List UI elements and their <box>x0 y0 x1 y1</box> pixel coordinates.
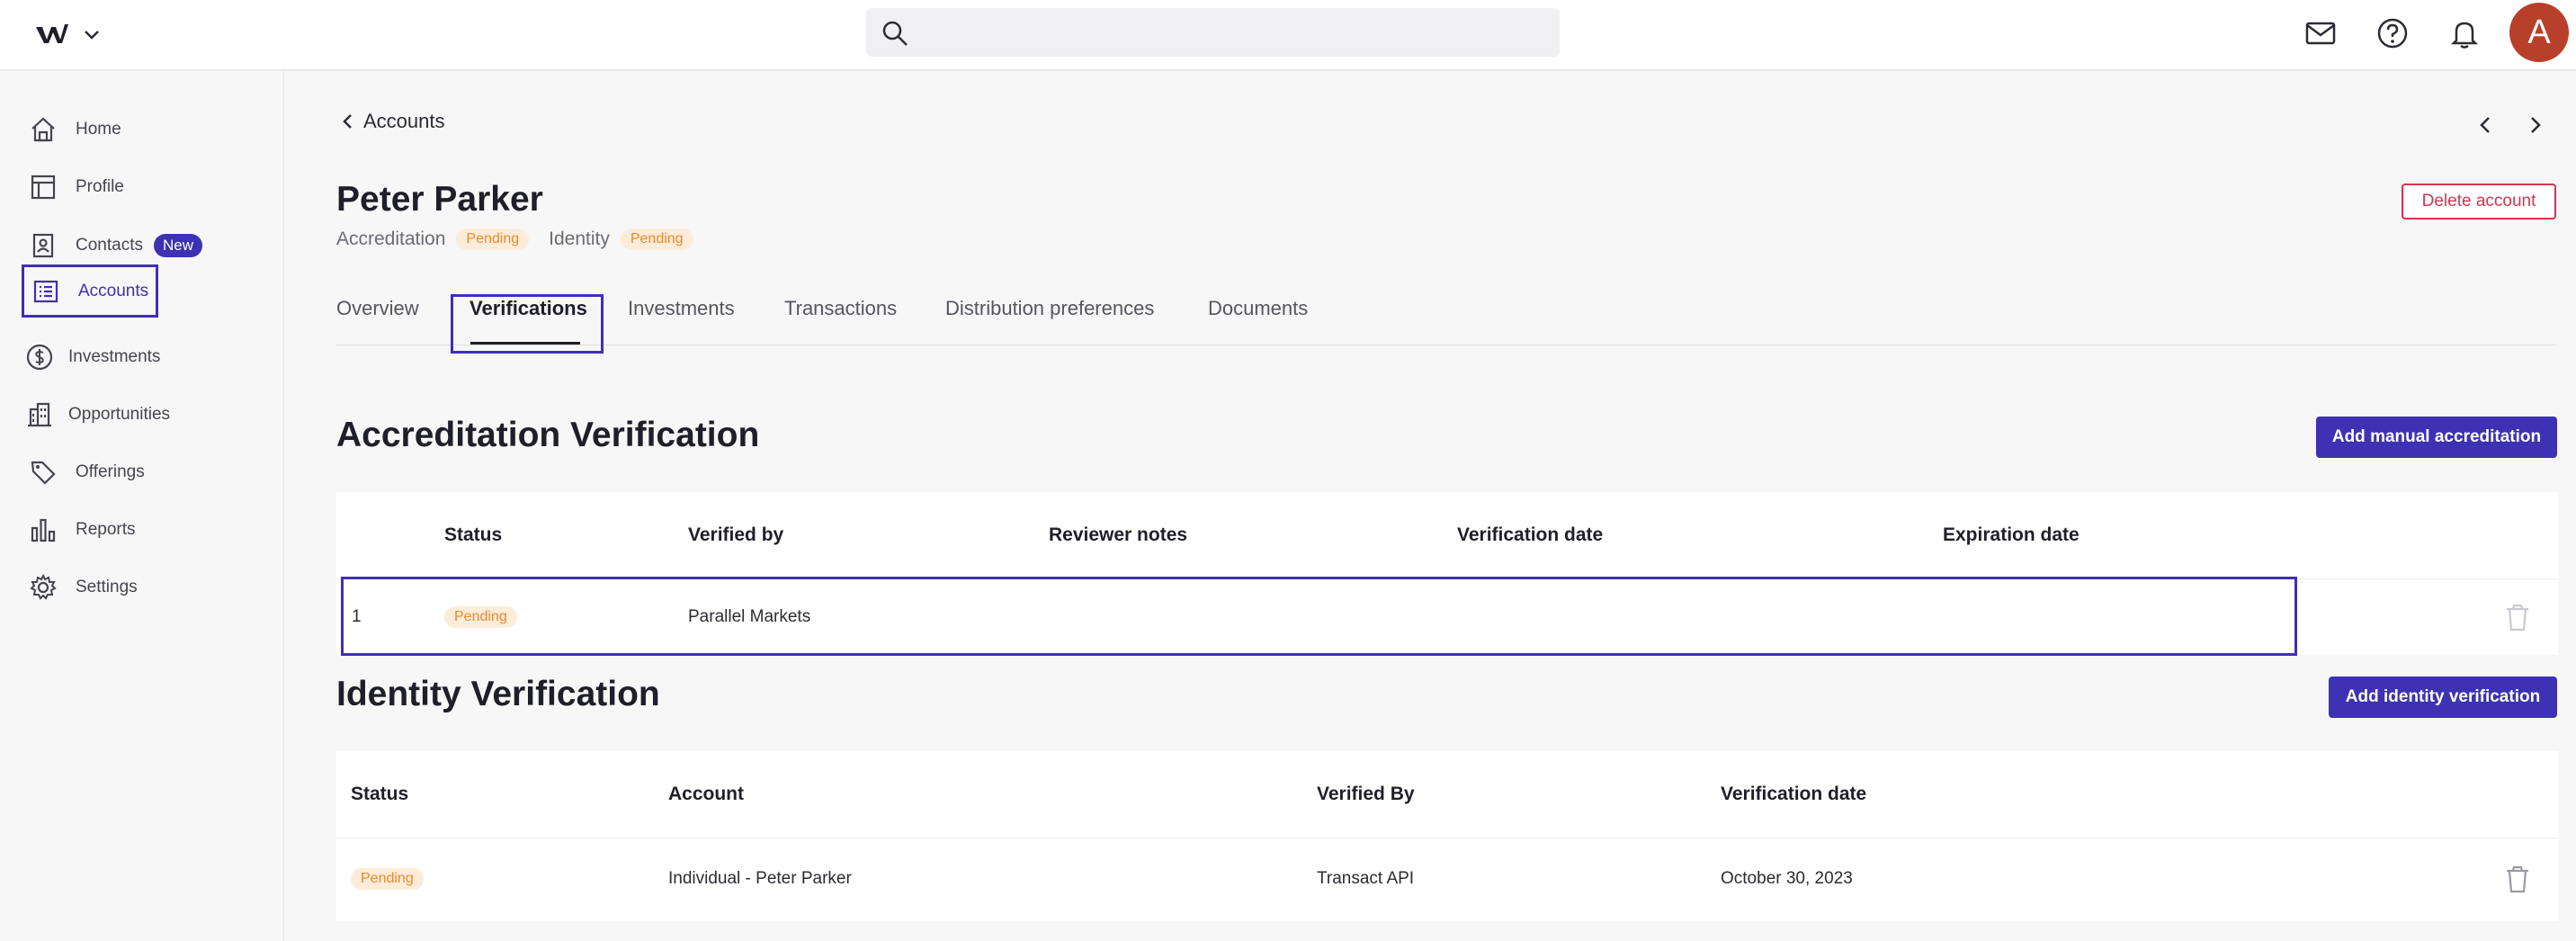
sidebar-item-label: Opportunities <box>68 405 171 424</box>
bell-icon[interactable] <box>2446 15 2482 51</box>
sidebar-item-label: Investments <box>68 347 161 366</box>
back-to-accounts-link[interactable]: Accounts <box>340 110 445 133</box>
chevron-right-icon <box>2531 117 2541 133</box>
building-icon <box>25 397 54 433</box>
selected-row-highlight <box>341 577 2297 656</box>
sidebar-item-profile[interactable]: Profile <box>22 162 158 212</box>
sidebar-item-label: Home <box>76 120 121 139</box>
column-header-verified-by: Verified By <box>1317 784 1415 804</box>
sidebar: Home Profile Contacts New Accounts Inves… <box>0 71 284 941</box>
account-cell: Individual - Peter Parker <box>668 869 852 888</box>
active-tab-highlight <box>451 294 604 354</box>
sidebar-item-label: Accounts <box>78 281 149 300</box>
accreditation-section-title: Accreditation Verification <box>336 416 760 454</box>
add-manual-accreditation-button[interactable]: Add manual accreditation <box>2316 417 2557 458</box>
sidebar-item-home[interactable]: Home <box>22 104 158 155</box>
tab-overview[interactable]: Overview <box>336 297 419 320</box>
verification-date-cell: October 30, 2023 <box>1721 869 1853 888</box>
identity-table: Status Account Verified By Verification … <box>336 751 2558 921</box>
sidebar-item-offerings[interactable]: Offerings <box>22 447 158 497</box>
column-header-status: Status <box>444 524 503 545</box>
sidebar-item-label: Profile <box>76 177 124 196</box>
accounts-icon <box>28 273 64 309</box>
column-header-verified-by: Verified by <box>688 524 784 545</box>
delete-row-trash-icon[interactable] <box>2501 601 2534 633</box>
page-title: Peter Parker <box>336 180 543 219</box>
tag-icon <box>25 454 61 490</box>
identity-status-badge: Pending <box>620 229 693 250</box>
column-header-expiration-date: Expiration date <box>1943 524 2080 545</box>
tab-bar: Overview Verifications Investments Trans… <box>336 288 2556 345</box>
sidebar-item-opportunities[interactable]: Opportunities <box>22 390 170 440</box>
accreditation-status-badge: Pending <box>456 229 530 250</box>
bar-chart-icon <box>25 512 61 548</box>
workspace-chevron-down-icon[interactable] <box>81 23 103 45</box>
sidebar-item-label: Settings <box>76 578 138 596</box>
column-header-verification-date: Verification date <box>1721 784 1867 804</box>
sidebar-item-contacts[interactable]: Contacts New <box>22 220 219 271</box>
delete-row-trash-icon[interactable] <box>2501 863 2534 895</box>
chevron-left-icon <box>343 114 352 129</box>
previous-record-button[interactable] <box>2473 112 2500 139</box>
tab-investments[interactable]: Investments <box>628 297 735 320</box>
chevron-left-icon <box>2480 117 2490 133</box>
tab-transactions[interactable]: Transactions <box>784 297 897 320</box>
sidebar-item-label: Reports <box>76 520 136 539</box>
column-header-verification-date: Verification date <box>1457 524 1604 545</box>
sidebar-item-accounts[interactable]: Accounts <box>22 264 158 318</box>
tab-documents[interactable]: Documents <box>1208 297 1308 320</box>
dollar-icon <box>25 339 54 375</box>
column-header-status: Status <box>351 784 409 804</box>
column-header-reviewer-notes: Reviewer notes <box>1049 524 1188 545</box>
delete-account-button[interactable]: Delete account <box>2402 184 2556 220</box>
logo-icon[interactable] <box>34 20 70 47</box>
add-identity-verification-button[interactable]: Add identity verification <box>2329 677 2557 718</box>
mail-icon[interactable] <box>2303 15 2339 51</box>
gear-icon <box>25 569 61 605</box>
status-badge: Pending <box>351 868 424 890</box>
tab-distribution-preferences[interactable]: Distribution preferences <box>945 297 1154 320</box>
next-record-button[interactable] <box>2521 112 2548 139</box>
help-icon[interactable] <box>2375 15 2411 51</box>
new-badge: New <box>153 234 202 257</box>
verified-by-cell: Transact API <box>1317 869 1415 888</box>
home-icon <box>25 112 61 148</box>
account-status-line: Accreditation Pending Identity Pending <box>336 229 713 250</box>
profile-icon <box>25 169 61 205</box>
identity-label: Identity <box>549 229 610 249</box>
sidebar-item-label: Contacts <box>76 236 143 255</box>
top-bar: A <box>0 0 2576 70</box>
sidebar-item-investments[interactable]: Investments <box>22 332 161 382</box>
column-header-account: Account <box>668 784 744 804</box>
accreditation-label: Accreditation <box>336 229 446 249</box>
back-link-label: Accounts <box>363 110 445 132</box>
contacts-icon <box>25 228 61 264</box>
avatar[interactable]: A <box>2509 3 2569 62</box>
sidebar-item-reports[interactable]: Reports <box>22 505 158 555</box>
sidebar-item-label: Offerings <box>76 462 145 481</box>
search-icon <box>882 21 908 46</box>
identity-section-title: Identity Verification <box>336 675 660 713</box>
sidebar-item-settings[interactable]: Settings <box>22 562 158 613</box>
search-input[interactable] <box>866 8 1560 57</box>
